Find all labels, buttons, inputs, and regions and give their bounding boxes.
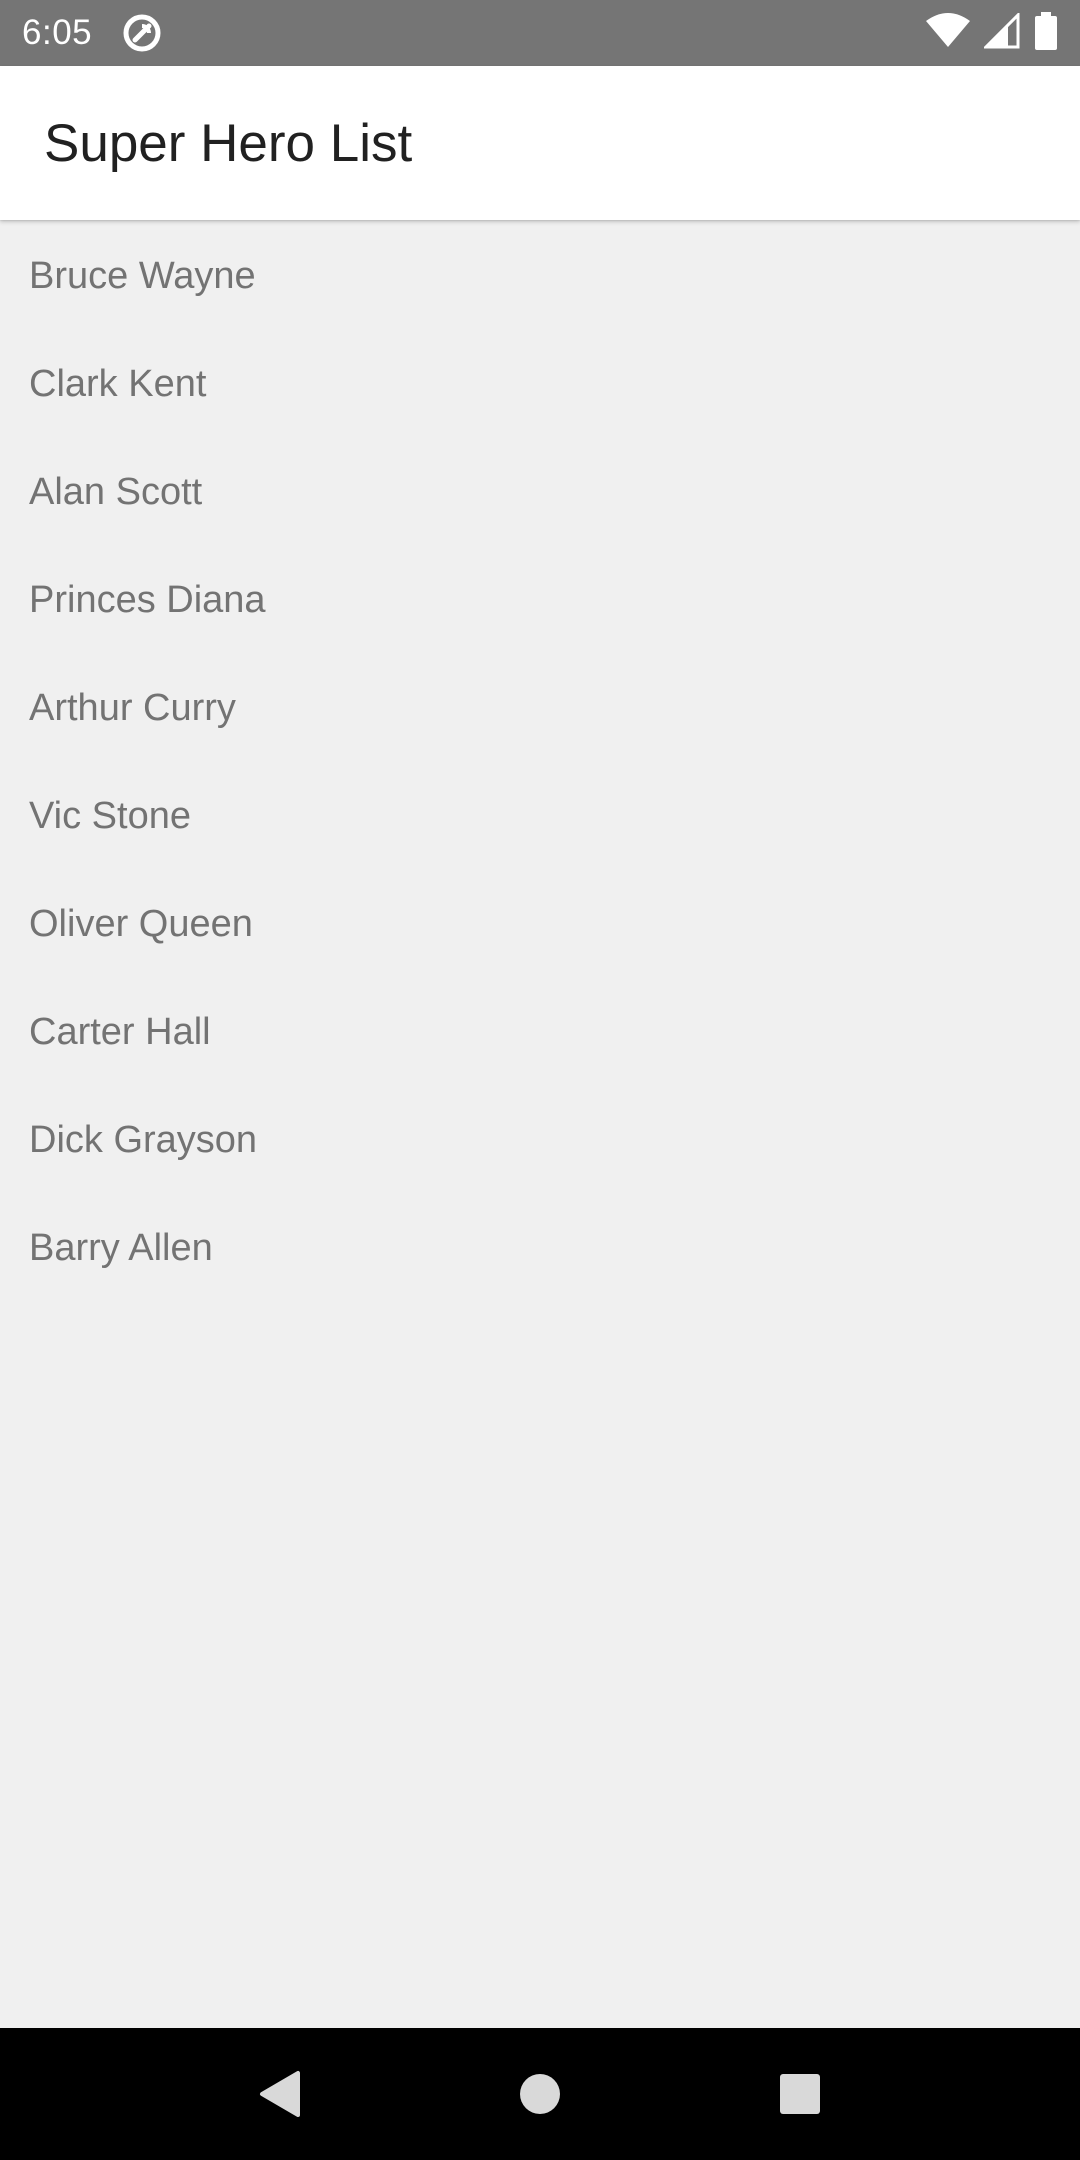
back-icon[interactable] <box>240 2054 320 2134</box>
hero-name: Clark Kent <box>29 362 207 405</box>
list-item[interactable]: Arthur Curry <box>0 654 1080 762</box>
list-item[interactable]: Oliver Queen <box>0 870 1080 978</box>
hero-name: Carter Hall <box>29 1010 211 1053</box>
hero-name: Bruce Wayne <box>29 254 256 297</box>
status-time: 6:05 <box>22 13 93 52</box>
app-bar: Super Hero List <box>0 66 1080 220</box>
hero-list: Bruce Wayne Clark Kent Alan Scott Prince… <box>0 222 1080 1302</box>
hero-name: Alan Scott <box>29 470 203 513</box>
cell-signal-icon <box>982 10 1020 54</box>
list-item[interactable]: Dick Grayson <box>0 1086 1080 1194</box>
battery-icon <box>1034 11 1058 55</box>
list-item[interactable]: Alan Scott <box>0 438 1080 546</box>
list-item[interactable]: Barry Allen <box>0 1194 1080 1302</box>
hero-name: Vic Stone <box>29 794 191 837</box>
hero-name: Arthur Curry <box>29 686 236 729</box>
hero-name: Barry Allen <box>29 1226 213 1269</box>
notification-app-icon <box>122 13 162 53</box>
list-item[interactable]: Clark Kent <box>0 330 1080 438</box>
page-title: Super Hero List <box>44 113 413 173</box>
list-item[interactable]: Princes Diana <box>0 546 1080 654</box>
list-item[interactable]: Bruce Wayne <box>0 222 1080 330</box>
system-nav-bar <box>0 2028 1080 2160</box>
status-indicators <box>926 10 1058 55</box>
wifi-icon <box>926 12 970 54</box>
hero-name: Oliver Queen <box>29 902 253 945</box>
list-item[interactable]: Vic Stone <box>0 762 1080 870</box>
home-icon[interactable] <box>500 2054 580 2134</box>
recents-icon[interactable] <box>760 2054 840 2134</box>
status-bar: 6:05 <box>0 0 1080 66</box>
hero-name: Dick Grayson <box>29 1118 258 1161</box>
hero-name: Princes Diana <box>29 578 266 621</box>
list-item[interactable]: Carter Hall <box>0 978 1080 1086</box>
